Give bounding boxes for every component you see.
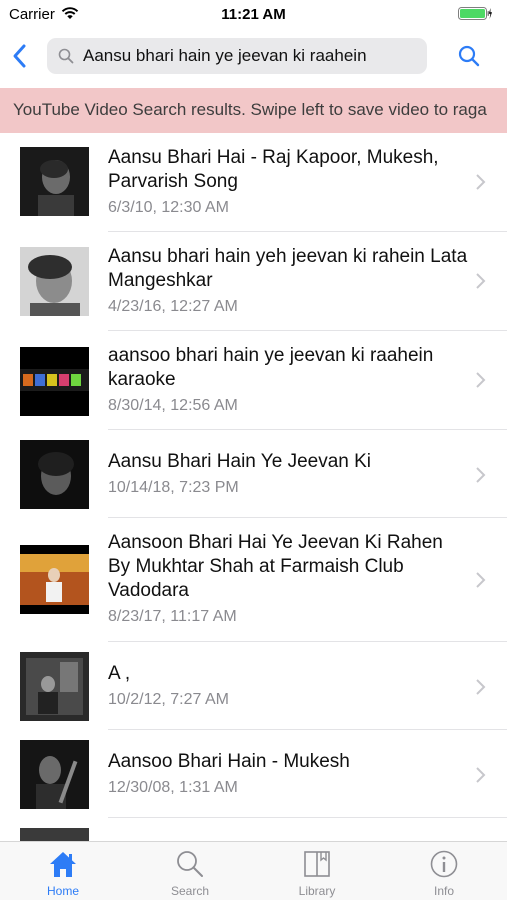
result-date: 4/23/16, 12:27 AM [108,298,238,315]
result-row[interactable]: Aansu Bhari Hai - Raj Kapoor, Mukesh, Pa… [0,133,507,232]
chevron-right-icon [476,273,486,289]
video-thumbnail [20,545,89,614]
search-icon [177,851,203,877]
result-title: Aansoo Bhari Hain - Mukesh [108,751,350,772]
tab-library[interactable]: Library [254,842,380,901]
tab-home[interactable]: Home [0,842,126,901]
result-title: Aansu Bhari Hai - Raj Kapoor, Mukesh, Pa… [108,147,439,192]
tab-label: Library [298,884,336,898]
result-row[interactable]: Aansu bhari hain yeh jeevan ki rahein La… [0,232,507,331]
info-icon [430,850,458,878]
info-banner: YouTube Video Search results. Swipe left… [0,88,507,133]
result-date: 8/30/14, 12:56 AM [108,397,238,414]
magnifier-icon [58,48,74,64]
home-icon [50,852,76,877]
result-date: 10/14/18, 7:23 PM [108,479,239,496]
result-row[interactable]: Aansoon Bhari Hai Ye Jeevan Ki Rahen By … [0,518,507,642]
result-row[interactable] [0,818,507,841]
result-title: Aansu Bhari Hain Ye Jeevan Ki [108,451,372,472]
tab-info[interactable]: Info [381,842,507,901]
result-title: A , [108,663,131,684]
result-date: 8/23/17, 11:17 AM [108,608,237,625]
chevron-right-icon [476,572,486,588]
result-row[interactable]: Aansoo Bhari Hain - Mukesh 12/30/08, 1:3… [0,730,507,818]
library-icon [304,851,330,877]
result-row[interactable]: A , 10/2/12, 7:27 AM [0,642,507,730]
result-title: aansoo bhari hain ye jeevan ki raahein k… [108,345,434,390]
result-title: Aansu bhari hain yeh jeevan ki rahein La… [108,246,468,291]
battery-icon [458,7,492,20]
chevron-right-icon [476,679,486,695]
clock: 11:21 AM [221,6,286,23]
search-input[interactable] [83,38,418,74]
search-bar[interactable] [47,38,427,74]
result-date: 10/2/12, 7:27 AM [108,691,229,708]
video-thumbnail [20,828,89,841]
video-thumbnail [20,147,89,216]
video-thumbnail [20,247,89,316]
chevron-right-icon [476,174,486,190]
tab-label: Info [433,884,454,898]
video-thumbnail [20,347,89,416]
result-row[interactable]: Aansu Bhari Hain Ye Jeevan Ki 10/14/18, … [0,430,507,518]
video-thumbnail [20,740,89,809]
results-list[interactable]: Aansu Bhari Hai - Raj Kapoor, Mukesh, Pa… [0,133,507,841]
tab-bar: Home Search Library Info [0,841,507,900]
video-thumbnail [20,652,89,721]
chevron-right-icon [476,467,486,483]
search-button-icon[interactable] [457,44,481,68]
search-header [0,28,507,88]
result-row[interactable]: aansoo bhari hain ye jeevan ki raahein k… [0,331,507,430]
back-chevron-icon[interactable] [8,40,32,72]
tab-label: Search [170,884,210,898]
video-thumbnail [20,440,89,509]
tab-label: Home [46,884,79,898]
result-date: 6/3/10, 12:30 AM [108,199,229,216]
chevron-right-icon [476,767,486,783]
result-date: 12/30/08, 1:31 AM [108,779,238,796]
banner-text: YouTube Video Search results. Swipe left… [13,100,487,119]
result-title: Aansoon Bhari Hai Ye Jeevan Ki Rahen By … [108,532,443,601]
chevron-right-icon [476,372,486,388]
tab-search[interactable]: Search [127,842,253,901]
status-bar: Carrier 11:21 AM [0,0,507,28]
